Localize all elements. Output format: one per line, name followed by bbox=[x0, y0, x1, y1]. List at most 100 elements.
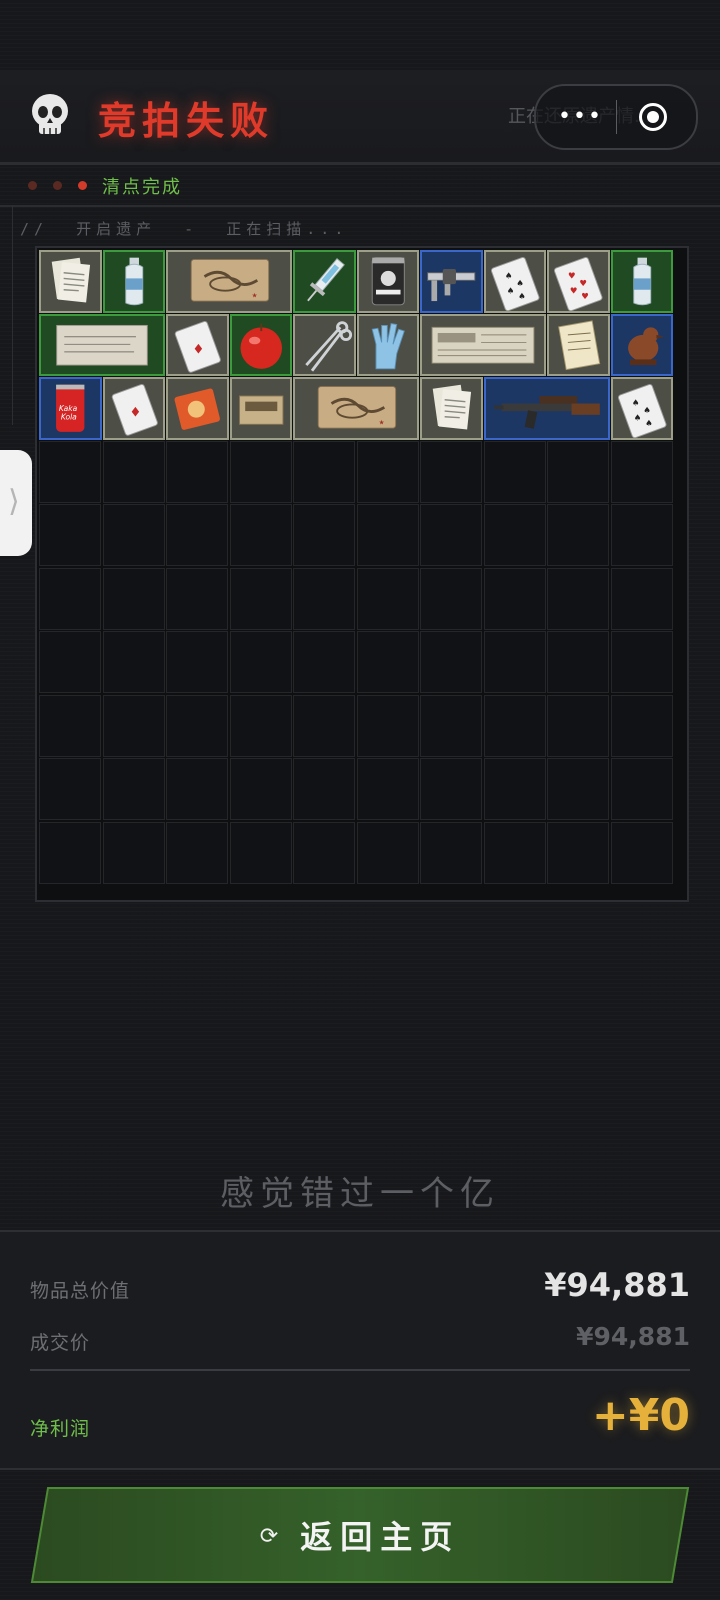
empty-grid-cell[interactable] bbox=[356, 694, 419, 757]
empty-grid-cell[interactable] bbox=[610, 694, 673, 757]
empty-grid-cell[interactable] bbox=[39, 694, 101, 757]
empty-grid-cell[interactable] bbox=[229, 821, 292, 884]
empty-grid-cell[interactable] bbox=[610, 567, 673, 630]
empty-grid-cell[interactable] bbox=[39, 567, 101, 630]
empty-grid-cell[interactable] bbox=[293, 567, 355, 630]
inventory-item-noodle-pack[interactable] bbox=[166, 377, 229, 440]
inventory-item-syringe[interactable] bbox=[293, 250, 356, 313]
empty-grid-cell[interactable] bbox=[356, 821, 419, 884]
empty-grid-cell[interactable] bbox=[39, 758, 101, 820]
inventory-item-old-letter[interactable] bbox=[39, 313, 165, 376]
inventory-item-diamond-card[interactable]: ♦ bbox=[166, 313, 229, 376]
empty-grid-cell[interactable] bbox=[610, 631, 673, 693]
inventory-item-documents[interactable] bbox=[39, 250, 102, 313]
empty-grid-cell[interactable] bbox=[483, 504, 546, 566]
inventory-item-caliper[interactable] bbox=[420, 250, 483, 313]
empty-grid-cell[interactable] bbox=[420, 821, 482, 884]
close-target-icon[interactable] bbox=[639, 103, 667, 131]
empty-grid-cell[interactable] bbox=[483, 821, 546, 884]
empty-grid-cell[interactable] bbox=[102, 821, 165, 884]
inventory-item-spade-card[interactable]: ♠ ♠ ♠ ♠ bbox=[610, 377, 673, 440]
inventory-item-water-bottle[interactable] bbox=[610, 250, 673, 313]
empty-grid-cell[interactable] bbox=[229, 504, 292, 566]
empty-grid-cell[interactable] bbox=[293, 694, 355, 757]
empty-grid-cell[interactable] bbox=[356, 567, 419, 630]
empty-grid-cell[interactable] bbox=[166, 504, 228, 566]
inventory-item-soda-can[interactable]: Kaka Kola bbox=[39, 377, 102, 440]
empty-grid-cell[interactable] bbox=[356, 504, 419, 566]
empty-grid-cell[interactable] bbox=[420, 694, 482, 757]
inventory-item-old-map[interactable]: ★ bbox=[293, 377, 419, 440]
inventory-item-glove[interactable] bbox=[356, 313, 419, 376]
empty-grid-cell[interactable] bbox=[102, 567, 165, 630]
inventory-item-scissors[interactable] bbox=[293, 313, 356, 376]
empty-grid-cell[interactable] bbox=[420, 504, 482, 566]
more-options-button[interactable]: ••• bbox=[558, 104, 603, 129]
empty-grid-cell[interactable] bbox=[229, 567, 292, 630]
inventory-item-documents[interactable] bbox=[420, 377, 483, 440]
empty-grid-cell[interactable] bbox=[610, 821, 673, 884]
empty-grid-cell[interactable] bbox=[102, 440, 165, 503]
empty-grid-cell[interactable] bbox=[166, 631, 228, 693]
empty-grid-cell[interactable] bbox=[547, 504, 609, 566]
empty-grid-cell[interactable] bbox=[229, 694, 292, 757]
empty-grid-cell[interactable] bbox=[547, 821, 609, 884]
inventory-item-spade-card[interactable]: ♠ ♠ ♠ ♠ bbox=[483, 250, 546, 313]
empty-grid-cell[interactable] bbox=[420, 567, 482, 630]
empty-grid-cell[interactable] bbox=[483, 694, 546, 757]
inventory-item-rifle[interactable] bbox=[483, 377, 610, 440]
empty-grid-cell[interactable] bbox=[547, 440, 609, 503]
empty-grid-cell[interactable] bbox=[610, 440, 673, 503]
empty-grid-cell[interactable] bbox=[166, 758, 228, 820]
empty-grid-cell[interactable] bbox=[483, 440, 546, 503]
empty-grid-cell[interactable] bbox=[39, 821, 101, 884]
empty-grid-cell[interactable] bbox=[483, 758, 546, 820]
inventory-item-protein-can[interactable] bbox=[356, 250, 419, 313]
mini-program-capsule[interactable]: ••• bbox=[534, 84, 698, 150]
empty-grid-cell[interactable] bbox=[610, 504, 673, 566]
inventory-item-ammo-box[interactable] bbox=[229, 377, 292, 440]
empty-grid-cell[interactable] bbox=[166, 694, 228, 757]
empty-grid-cell[interactable] bbox=[166, 567, 228, 630]
empty-grid-cell[interactable] bbox=[483, 567, 546, 630]
empty-grid-cell[interactable] bbox=[39, 440, 101, 503]
empty-grid-cell[interactable] bbox=[293, 631, 355, 693]
empty-grid-cell[interactable] bbox=[166, 440, 228, 503]
empty-grid-cell[interactable] bbox=[102, 631, 165, 693]
empty-grid-cell[interactable] bbox=[356, 758, 419, 820]
empty-grid-cell[interactable] bbox=[102, 504, 165, 566]
empty-grid-cell[interactable] bbox=[547, 567, 609, 630]
empty-grid-cell[interactable] bbox=[420, 631, 482, 693]
empty-grid-cell[interactable] bbox=[610, 758, 673, 820]
empty-grid-cell[interactable] bbox=[166, 821, 228, 884]
empty-grid-cell[interactable] bbox=[39, 631, 101, 693]
side-drawer-tab[interactable]: ⟩ bbox=[0, 450, 32, 556]
return-home-button[interactable]: ⟳ 返回主页 bbox=[30, 1486, 690, 1584]
inventory-item-diamond-card[interactable]: ♦ bbox=[102, 377, 165, 440]
empty-grid-cell[interactable] bbox=[547, 758, 609, 820]
empty-grid-cell[interactable] bbox=[293, 821, 355, 884]
empty-grid-cell[interactable] bbox=[293, 440, 355, 503]
inventory-item-old-map[interactable]: ★ bbox=[166, 250, 292, 313]
inventory-item-apple[interactable] bbox=[229, 313, 292, 376]
empty-grid-cell[interactable] bbox=[229, 758, 292, 820]
empty-grid-cell[interactable] bbox=[420, 440, 482, 503]
empty-grid-cell[interactable] bbox=[293, 504, 355, 566]
inventory-item-newspaper[interactable] bbox=[420, 313, 546, 376]
empty-grid-cell[interactable] bbox=[102, 758, 165, 820]
inventory-item-heart-card[interactable]: ♥ ♥ ♥ ♥ bbox=[547, 250, 610, 313]
empty-grid-cell[interactable] bbox=[293, 758, 355, 820]
empty-grid-cell[interactable] bbox=[483, 631, 546, 693]
empty-grid-cell[interactable] bbox=[547, 631, 609, 693]
empty-grid-cell[interactable] bbox=[547, 694, 609, 757]
inventory-item-notes[interactable] bbox=[547, 313, 610, 376]
empty-grid-cell[interactable] bbox=[39, 504, 101, 566]
empty-grid-cell[interactable] bbox=[102, 694, 165, 757]
empty-grid-cell[interactable] bbox=[356, 631, 419, 693]
empty-grid-cell[interactable] bbox=[229, 631, 292, 693]
empty-grid-cell[interactable] bbox=[356, 440, 419, 503]
inventory-item-water-bottle[interactable] bbox=[102, 250, 165, 313]
empty-grid-cell[interactable] bbox=[229, 440, 292, 503]
empty-grid-cell[interactable] bbox=[420, 758, 482, 820]
inventory-item-bird-figurine[interactable] bbox=[610, 313, 673, 376]
